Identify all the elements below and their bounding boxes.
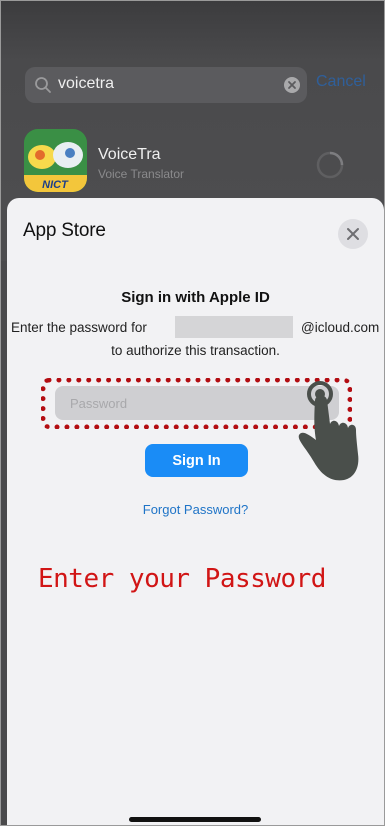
cancel-button[interactable]: Cancel [316,73,366,91]
instruction-text: Enter your Password [38,564,326,594]
home-indicator[interactable] [129,817,261,822]
search-input[interactable]: voicetra [58,75,114,93]
close-button[interactable] [338,219,368,249]
password-prompt-line2: to authorize this transaction. [111,343,280,358]
app-subtitle: Voice Translator [98,167,185,181]
nict-logo-text: NICT [42,179,69,191]
loading-spinner-icon [316,151,344,179]
password-prompt: Enter the password for [11,320,147,335]
search-icon [35,77,51,93]
sheet-title: App Store [23,220,106,241]
forgot-password-link[interactable]: Forgot Password? [7,502,384,517]
close-icon [347,228,359,240]
clear-icon[interactable] [283,76,301,94]
app-name: VoiceTra [98,146,161,163]
phone-screen: voicetra Cancel NICT VoiceTra Voice Tran… [0,0,385,826]
pointing-hand-icon [298,381,359,481]
sign-in-button[interactable]: Sign In [145,444,248,477]
signin-heading: Sign in with Apple ID [121,289,270,306]
email-domain: @icloud.com [301,320,380,335]
search-bar[interactable]: voicetra [25,67,307,103]
sign-in-sheet: App Store Sign in with Apple ID Enter th… [7,198,384,825]
redacted-email [175,316,293,338]
voicetra-app-icon[interactable]: NICT [24,129,87,192]
